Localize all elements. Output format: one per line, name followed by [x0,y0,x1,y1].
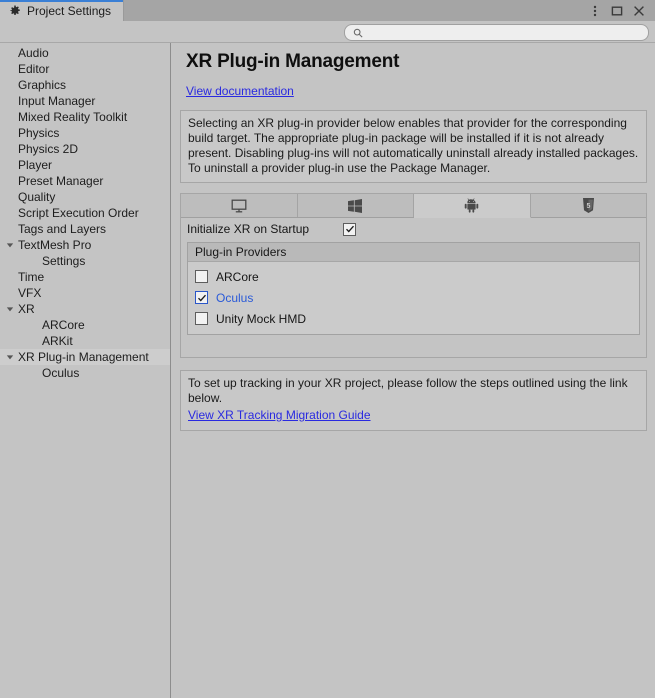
window-tab-project-settings[interactable]: Project Settings [0,0,125,21]
sidebar-item-label: XR [18,302,35,316]
tracking-info-text: To set up tracking in your XR project, p… [188,376,628,405]
sidebar-item-label: Audio [18,46,49,60]
view-documentation-link[interactable]: View documentation [186,84,294,98]
plugin-providers-body[interactable]: ARCore Oculus Unity Mock HMD [188,262,639,334]
provider-row-arcore[interactable]: ARCore [188,266,639,287]
sidebar-item-audio[interactable]: Audio [0,45,170,61]
sidebar-item-label: Mixed Reality Toolkit [18,110,128,124]
sidebar-item-label: Script Execution Order [18,206,139,220]
sidebar-item-label: ARCore [42,318,85,332]
provider-checkbox[interactable] [195,270,208,283]
sidebar-item-xr-plug-in-management[interactable]: XR Plug-in Management [0,349,170,365]
sidebar-item-player[interactable]: Player [0,157,170,173]
windows-icon [348,198,363,213]
sidebar-item-arkit[interactable]: ARKit [0,333,170,349]
tab-webgl[interactable]: 5 [530,194,646,217]
view-tracking-migration-guide-link[interactable]: View XR Tracking Migration Guide [188,408,371,423]
maximize-icon[interactable] [607,0,627,21]
initialize-xr-checkbox[interactable] [343,222,356,236]
sidebar-item-textmesh-pro[interactable]: TextMesh Pro [0,237,170,253]
chevron-down-icon[interactable] [4,241,16,249]
sidebar-item-script-execution-order[interactable]: Script Execution Order [0,205,170,221]
sidebar-item-label: Graphics [18,78,67,92]
sidebar-item-label: Physics [18,126,60,140]
sidebar-item-vfx[interactable]: VFX [0,285,170,301]
sidebar-item-tags-and-layers[interactable]: Tags and Layers [0,221,170,237]
search-row [0,21,655,43]
close-icon[interactable] [629,0,649,21]
plugin-providers-header: Plug-in Providers [188,243,639,262]
gear-icon [9,4,21,17]
page-title: XR Plug-in Management [186,51,400,72]
initialize-xr-row[interactable]: Initialize XR on Startup [181,218,646,240]
providers-footer-space [181,335,646,357]
sidebar-item-quality[interactable]: Quality [0,189,170,205]
sidebar-item-arcore[interactable]: ARCore [0,317,170,333]
provider-checkbox[interactable] [195,291,208,304]
main-panel: XR Plug-in Management View documentation… [172,43,655,698]
provider-row-oculus[interactable]: Oculus [188,287,639,308]
tab-standalone[interactable] [181,194,298,217]
sidebar-item-label: Tags and Layers [18,222,107,236]
sidebar-item-graphics[interactable]: Graphics [0,77,170,93]
search-input[interactable] [363,25,640,40]
sidebar-item-label: Player [18,158,53,172]
provider-label: Unity Mock HMD [216,311,307,326]
sidebar-item-label: Editor [18,62,50,76]
monitor-icon [231,199,247,213]
provider-checkbox[interactable] [195,312,208,325]
sidebar-item-label: VFX [18,286,42,300]
sidebar-item-label: Physics 2D [18,142,79,156]
sidebar-item-input-manager[interactable]: Input Manager [0,93,170,109]
sidebar-item-label: Time [18,270,45,284]
project-settings-window: Project Settings Audio Editor Graphics I… [0,0,655,698]
tracking-info-box: To set up tracking in your XR project, p… [180,370,647,431]
svg-text:5: 5 [586,203,590,210]
provider-label: Oculus [216,290,254,305]
search-icon [353,28,363,38]
window-controls [585,0,655,21]
tab-windows[interactable] [297,194,414,217]
tabstrip-empty-area [124,0,585,21]
sidebar-item-label: Quality [18,190,56,204]
initialize-xr-label: Initialize XR on Startup [187,222,310,236]
sidebar-item-physics[interactable]: Physics [0,125,170,141]
window-tabstrip: Project Settings [0,0,655,21]
sidebar-item-label: Preset Manager [18,174,104,188]
plugin-providers-list: Plug-in Providers ARCore Oculus Unity Mock… [187,242,640,335]
documentation-link-wrap: View documentation [178,73,649,100]
window-tab-label: Project Settings [27,3,112,18]
sidebar-item-mixed-reality-toolkit[interactable]: Mixed Reality Toolkit [0,109,170,125]
provider-row-unity-mock-hmd[interactable]: Unity Mock HMD [188,308,639,329]
provider-label: ARCore [216,269,259,284]
tab-android[interactable] [414,194,531,218]
sidebar-item-label: XR Plug-in Management [18,350,149,364]
settings-sidebar[interactable]: Audio Editor Graphics Input Manager Mixed Re… [0,43,171,698]
sidebar-item-physics-2d[interactable]: Physics 2D [0,141,170,157]
android-icon [464,198,479,213]
chevron-down-icon[interactable] [4,305,16,313]
chevron-down-icon[interactable] [4,353,16,361]
sidebar-item-label: TextMesh Pro [18,238,92,252]
platform-tabbar[interactable]: 5 [181,194,646,218]
sidebar-item-preset-manager[interactable]: Preset Manager [0,173,170,189]
more-options-icon[interactable] [585,0,605,21]
html5-icon: 5 [582,198,595,213]
sidebar-item-label: Settings [42,254,86,268]
sidebar-item-time[interactable]: Time [0,269,170,285]
sidebar-item-xr[interactable]: XR [0,301,170,317]
platform-settings-panel: 5 Initialize XR on Startup Plug-in Provi… [180,193,647,358]
sidebar-item-editor[interactable]: Editor [0,61,170,77]
sidebar-item-label: ARKit [42,334,73,348]
sidebar-item-label: Oculus [42,366,80,380]
info-description-box: Selecting an XR plug-in provider below e… [180,110,647,183]
sidebar-item-oculus[interactable]: Oculus [0,365,170,381]
search-box[interactable] [344,24,649,41]
sidebar-item-label: Input Manager [18,94,96,108]
sidebar-item-settings[interactable]: Settings [0,253,170,269]
